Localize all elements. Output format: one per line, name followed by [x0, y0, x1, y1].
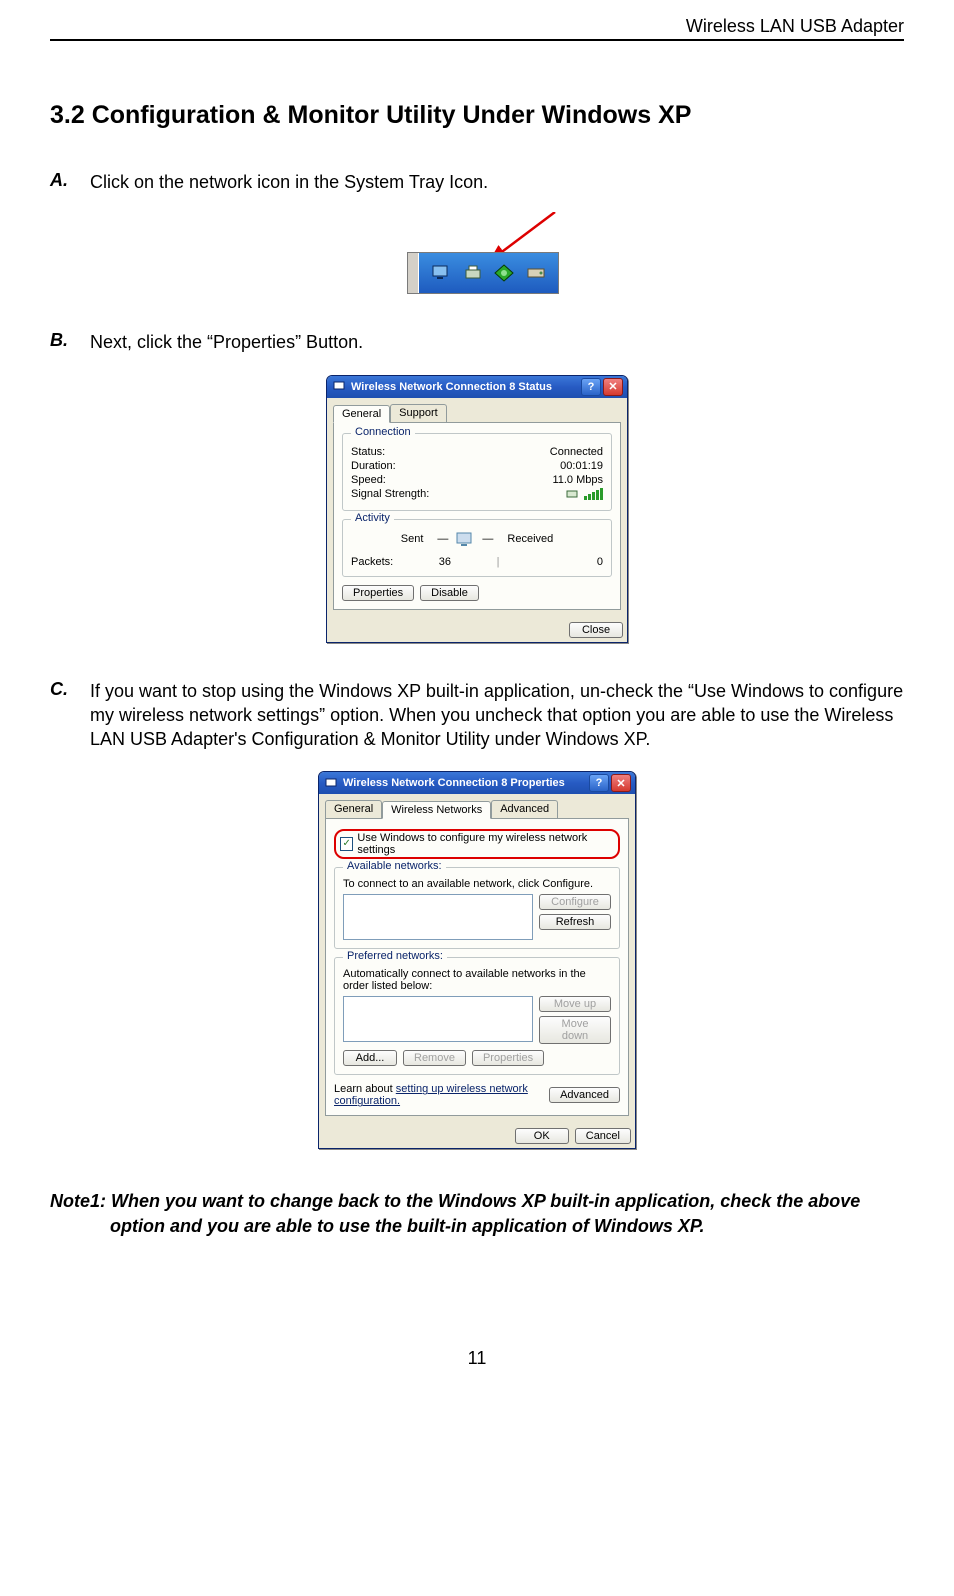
props-titlebar[interactable]: Wireless Network Connection 8 Properties… — [319, 772, 635, 794]
use-windows-label: Use Windows to configure my wireless net… — [357, 832, 614, 856]
system-tray — [407, 252, 559, 294]
use-windows-highlight: ✓ Use Windows to configure my wireless n… — [334, 829, 620, 859]
preferred-networks-title: Preferred networks: — [343, 950, 447, 962]
moveup-button[interactable]: Move up — [539, 996, 611, 1012]
props-props-button[interactable]: Properties — [472, 1050, 544, 1066]
add-button[interactable]: Add... — [343, 1050, 397, 1066]
help-button[interactable]: ? — [589, 774, 609, 792]
step-b-marker: B. — [50, 330, 90, 354]
movedown-button[interactable]: Move down — [539, 1016, 611, 1044]
signal-label: Signal Strength: — [351, 488, 429, 500]
status-window: Wireless Network Connection 8 Status ? ✕… — [326, 375, 628, 643]
header-right: Wireless LAN USB Adapter — [686, 16, 904, 37]
speed-value: 11.0 Mbps — [552, 474, 603, 486]
preferred-networks-list[interactable] — [343, 996, 533, 1042]
connection-group: Connection Status: Connected Duration: 0… — [342, 433, 612, 511]
step-b-text: Next, click the “Properties” Button. — [90, 330, 363, 354]
activity-icon: — — — [437, 530, 493, 548]
packets-label: Packets: — [351, 556, 393, 568]
note1: Note1: When you want to change back to t… — [50, 1189, 904, 1238]
step-c-text: If you want to stop using the Windows XP… — [90, 679, 904, 752]
help-button[interactable]: ? — [581, 378, 601, 396]
activity-group-title: Activity — [351, 512, 394, 524]
learn-text: Learn about setting up wireless network … — [334, 1083, 541, 1107]
status-title: Wireless Network Connection 8 Status — [351, 381, 579, 393]
tray-edge — [408, 253, 419, 293]
step-a-marker: A. — [50, 170, 90, 194]
properties-window: Wireless Network Connection 8 Properties… — [318, 771, 636, 1149]
duration-value: 00:01:19 — [560, 460, 603, 472]
section-title: 3.2 Configuration & Monitor Utility Unde… — [50, 101, 904, 130]
remove-button[interactable]: Remove — [403, 1050, 466, 1066]
use-windows-checkbox[interactable]: ✓ — [340, 837, 353, 851]
status-value: Connected — [550, 446, 603, 458]
tray-printer-icon[interactable] — [462, 262, 484, 284]
tab-general[interactable]: General — [325, 800, 382, 818]
step-a-text: Click on the network icon in the System … — [90, 170, 488, 194]
tab-advanced[interactable]: Advanced — [491, 800, 558, 818]
status-tabs: General Support — [333, 404, 621, 423]
props-title: Wireless Network Connection 8 Properties — [343, 777, 587, 789]
cancel-button[interactable]: Cancel — [575, 1128, 631, 1144]
step-b: B. Next, click the “Properties” Button. — [50, 330, 904, 354]
configure-button[interactable]: Configure — [539, 894, 611, 910]
step-c: C. If you want to stop using the Windows… — [50, 679, 904, 752]
packets-sent-value: 36 — [393, 556, 496, 568]
speed-label: Speed: — [351, 474, 386, 486]
status-label: Status: — [351, 446, 385, 458]
disable-button[interactable]: Disable — [420, 585, 479, 601]
tab-wireless-networks[interactable]: Wireless Networks — [382, 801, 491, 819]
preferred-networks-group: Preferred networks: Automatically connec… — [334, 957, 620, 1075]
refresh-button[interactable]: Refresh — [539, 914, 611, 930]
close-bottom-button[interactable]: Close — [569, 622, 623, 638]
available-networks-group: Available networks: To connect to an ava… — [334, 867, 620, 949]
connection-group-title: Connection — [351, 426, 415, 438]
tray-figure — [367, 214, 587, 294]
wifi-icon — [333, 379, 347, 394]
page-number: 11 — [50, 1348, 904, 1369]
duration-label: Duration: — [351, 460, 396, 472]
received-label: Received — [507, 533, 553, 545]
ok-button[interactable]: OK — [515, 1128, 569, 1144]
tray-drive-icon[interactable] — [525, 262, 547, 284]
available-networks-list[interactable] — [343, 894, 533, 940]
available-networks-title: Available networks: — [343, 860, 446, 872]
properties-button[interactable]: Properties — [342, 585, 414, 601]
advanced-button[interactable]: Advanced — [549, 1087, 620, 1103]
wifi-icon — [325, 776, 339, 791]
tray-monitor-icon[interactable] — [430, 262, 452, 284]
activity-group: Activity Sent — — Received Packets: — [342, 519, 612, 577]
sent-label: Sent — [401, 533, 424, 545]
close-button[interactable]: ✕ — [611, 774, 631, 792]
packets-received-value: 0 — [500, 556, 603, 568]
tray-network-icon[interactable] — [493, 262, 515, 284]
signal-strength-icon — [566, 488, 603, 500]
tab-support[interactable]: Support — [390, 404, 447, 422]
close-button[interactable]: ✕ — [603, 378, 623, 396]
preferred-hint: Automatically connect to available netwo… — [343, 968, 611, 992]
status-titlebar[interactable]: Wireless Network Connection 8 Status ? ✕ — [327, 376, 627, 398]
tab-general[interactable]: General — [333, 405, 390, 423]
step-c-marker: C. — [50, 679, 90, 752]
props-tabs: General Wireless Networks Advanced — [325, 800, 629, 819]
available-hint: To connect to an available network, clic… — [343, 878, 611, 890]
step-a: A. Click on the network icon in the Syst… — [50, 170, 904, 194]
